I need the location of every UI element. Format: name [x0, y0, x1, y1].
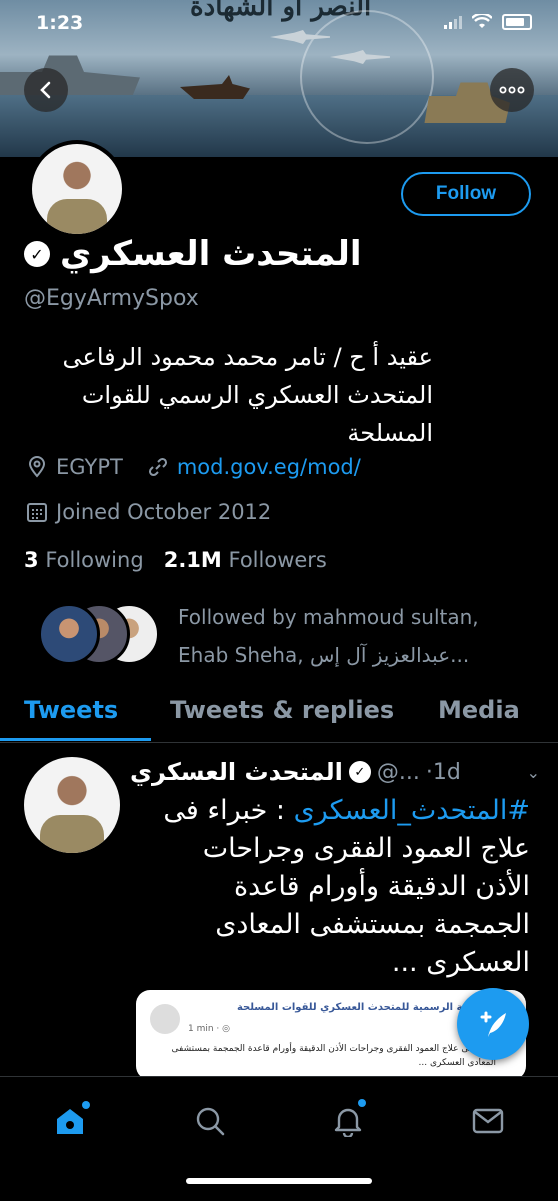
tweet-author-name[interactable]: المتحدث العسكري [130, 758, 343, 786]
following-link[interactable]: 3 Following [24, 548, 144, 572]
profile-tabs: Tweets Tweets & replies Media [0, 690, 558, 743]
profile-name: المتحدث العسكري [60, 234, 362, 274]
tweet-author-avatar[interactable] [24, 757, 120, 853]
tweet-hashtag[interactable]: #المتحدث_العسكرى [294, 795, 530, 826]
card-avatar [150, 1004, 180, 1034]
wifi-icon [472, 14, 492, 28]
tweet-line: علاج العمود الفقرى وجراحات [202, 833, 530, 864]
followers-label: Followers [228, 548, 327, 572]
back-arrow-icon [40, 81, 51, 99]
follow-button[interactable]: Follow [401, 172, 531, 216]
back-button[interactable] [24, 68, 68, 112]
tab-tweets[interactable]: Tweets [24, 696, 118, 724]
bio-line: عقيد أ ح / تامر محمد محمود الرفاعى [62, 343, 434, 371]
more-button[interactable] [490, 68, 534, 112]
profile-counts: 3 Following 2.1M Followers [24, 548, 327, 572]
tweet-first-line: #المتحدث_العسكرى : خبراء فى [130, 792, 530, 830]
tweet-header: المتحدث العسكري ✓ @... ·1d ⌄ [130, 758, 540, 786]
tab-media[interactable]: Media [438, 696, 520, 724]
profile-website-link[interactable]: mod.gov.eg/mod/ [177, 455, 361, 479]
active-tab-indicator [0, 738, 151, 741]
followers-link[interactable]: 2.1M Followers [164, 548, 327, 572]
followed-by-line: Followed by mahmoud sultan, [178, 605, 479, 629]
nav-notifications[interactable] [326, 1099, 370, 1143]
followed-by-text[interactable]: Followed by mahmoud sultan, Ehab Sheha, … [178, 598, 538, 674]
battery-icon [502, 14, 532, 30]
more-icon [499, 86, 525, 94]
status-icons [444, 14, 532, 30]
location-pin-icon [26, 456, 48, 478]
profile-handle: @EgyArmySpox [24, 286, 199, 311]
home-icon [57, 1109, 83, 1134]
bio-line: المتحدث العسكري الرسمي للقوات [81, 381, 433, 409]
following-count: 3 [24, 548, 39, 572]
tweet-author-handle: @... [376, 759, 420, 785]
avatar [38, 603, 100, 665]
followed-by-line: Ehab Sheha, عبدالعزيز آل إس... [178, 643, 470, 667]
nav-messages[interactable] [466, 1099, 510, 1143]
bio-line: المسلحة [347, 419, 433, 447]
unread-dot [358, 1099, 366, 1107]
profile-joined: Joined October 2012 [56, 500, 272, 524]
tweet-text: #المتحدث_العسكرى : خبراء فى علاج العمود … [130, 792, 530, 982]
followed-by-avatars[interactable] [24, 603, 164, 665]
nav-home[interactable] [48, 1099, 92, 1143]
status-time: 1:23 [36, 12, 84, 34]
tweet-time: ·1d [425, 759, 461, 785]
card-title: الصفحة الرسمية للمتحدث العسكري للقوات ال… [236, 1002, 494, 1013]
tweet-line: العسكرى ... [391, 947, 530, 978]
profile-bio: عقيد أ ح / تامر محمد محمود الرفاعى المتح… [13, 338, 434, 452]
chevron-down-icon[interactable]: ⌄ [527, 763, 540, 782]
verified-badge-icon: ✓ [348, 761, 371, 783]
following-label: Following [45, 548, 144, 572]
profile-location: EGYPT [56, 455, 123, 479]
tweet-line: الأذن الدقيقة وأورام قاعدة [234, 871, 530, 902]
home-indicator [186, 1178, 372, 1184]
nav-search[interactable] [188, 1099, 232, 1143]
profile-name-row: ✓ المتحدث العسكري [24, 234, 362, 274]
compose-tweet-button[interactable] [457, 988, 529, 1060]
profile-meta: EGYPT mod.gov.eg/mod/ [26, 455, 361, 479]
mail-icon [472, 1108, 504, 1134]
tweet-text-fragment: : خبراء فى [163, 795, 285, 826]
tweet-line: الجمجمة بمستشفى المعادى [215, 909, 530, 940]
profile-avatar[interactable] [28, 140, 126, 238]
search-icon [196, 1107, 225, 1136]
unread-dot [82, 1101, 90, 1109]
tab-tweets-replies[interactable]: Tweets & replies [170, 696, 394, 724]
verified-badge-icon: ✓ [24, 241, 50, 267]
signal-icon [444, 15, 462, 29]
followers-count: 2.1M [163, 548, 222, 572]
profile-joined-row: Joined October 2012 [26, 500, 271, 524]
calendar-icon [26, 501, 48, 523]
card-meta: 1 min · ◎ [188, 1024, 230, 1034]
banner-crosshair [300, 10, 434, 144]
card-body: خبراء فى علاج العمود الفقرى وجراحات الأذ… [171, 1044, 496, 1068]
compose-tweet-icon [480, 1011, 506, 1037]
bell-icon [334, 1108, 362, 1137]
link-icon [147, 456, 169, 478]
